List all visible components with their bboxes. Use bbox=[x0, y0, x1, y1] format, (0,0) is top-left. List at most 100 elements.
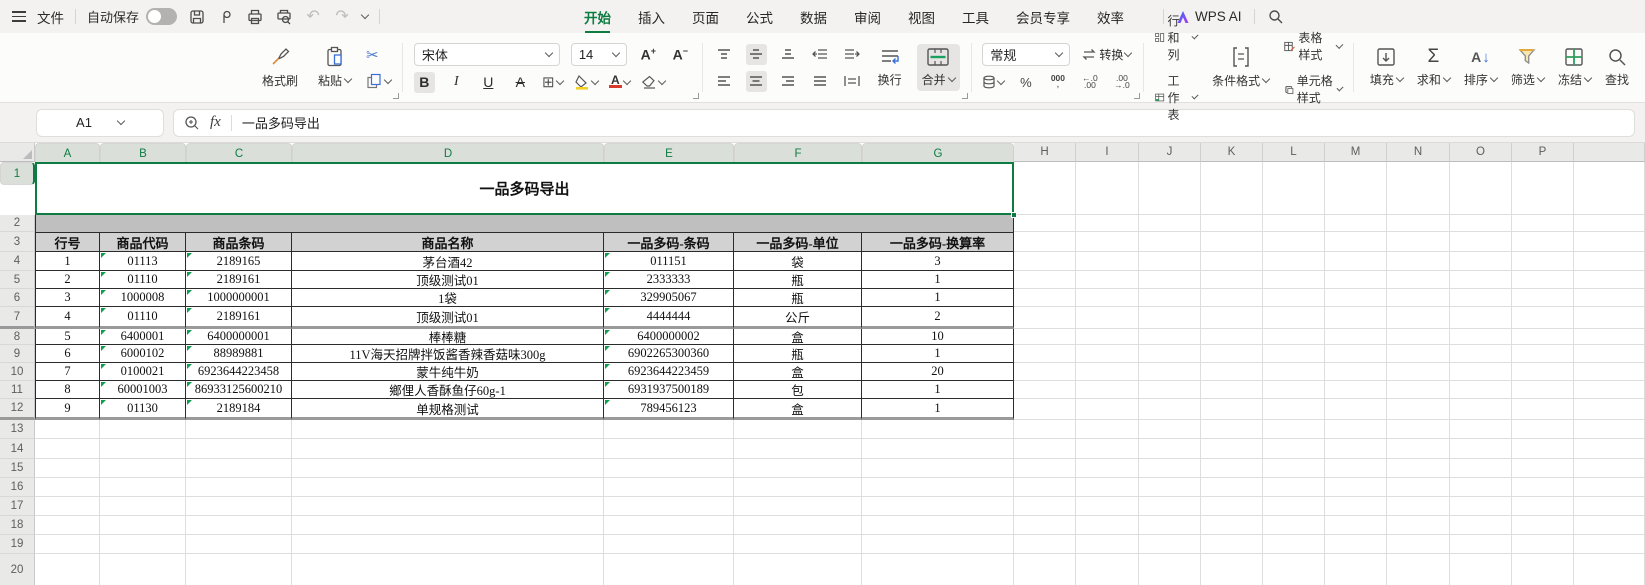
print-icon[interactable] bbox=[246, 8, 264, 26]
cell[interactable] bbox=[1450, 345, 1512, 363]
column-header-M[interactable]: M bbox=[1325, 143, 1387, 162]
row-header-8[interactable]: 8 bbox=[0, 329, 35, 345]
cell[interactable] bbox=[1139, 497, 1201, 516]
cell[interactable] bbox=[1076, 363, 1139, 381]
cut-button[interactable]: ✂ bbox=[366, 46, 391, 64]
cell[interactable] bbox=[1201, 363, 1263, 381]
select-all-corner[interactable] bbox=[0, 143, 35, 162]
cell[interactable] bbox=[1014, 289, 1076, 307]
cell-E11[interactable]: 6931937500189 bbox=[604, 381, 734, 399]
tab-6[interactable]: 审阅 bbox=[854, 7, 881, 27]
cell[interactable] bbox=[1325, 363, 1387, 381]
cell[interactable] bbox=[1325, 439, 1387, 459]
row-header-13[interactable]: 13 bbox=[0, 420, 35, 439]
cell[interactable] bbox=[1450, 215, 1512, 232]
cell[interactable] bbox=[1014, 232, 1076, 252]
cell[interactable] bbox=[100, 420, 186, 439]
cell[interactable] bbox=[1450, 399, 1512, 420]
cell-G10[interactable]: 20 bbox=[862, 363, 1014, 381]
cell[interactable] bbox=[100, 535, 186, 554]
cell[interactable] bbox=[1512, 497, 1574, 516]
gray-band-cell[interactable] bbox=[35, 215, 1014, 232]
cell[interactable] bbox=[604, 439, 734, 459]
cell[interactable] bbox=[1387, 363, 1450, 381]
cell[interactable] bbox=[1139, 478, 1201, 497]
cell[interactable] bbox=[1512, 381, 1574, 399]
table-header-cell-2[interactable]: 商品条码 bbox=[186, 232, 292, 252]
cell[interactable] bbox=[1076, 381, 1139, 399]
cell[interactable] bbox=[1014, 420, 1076, 439]
cell[interactable] bbox=[1574, 329, 1645, 345]
hamburger-menu-icon[interactable] bbox=[12, 11, 26, 22]
cell-A8[interactable]: 5 bbox=[35, 329, 100, 345]
cell-B11[interactable]: 60001003 bbox=[100, 381, 186, 399]
cell[interactable] bbox=[1201, 252, 1263, 271]
cell[interactable] bbox=[1263, 497, 1325, 516]
cell[interactable] bbox=[604, 554, 734, 585]
cell[interactable] bbox=[734, 554, 862, 585]
cell[interactable] bbox=[1574, 516, 1645, 535]
cell[interactable] bbox=[292, 535, 604, 554]
cell[interactable] bbox=[1139, 381, 1201, 399]
sort-button[interactable]: A ↓ 排序 bbox=[1459, 44, 1502, 91]
cell[interactable] bbox=[1201, 459, 1263, 478]
cell-C10[interactable]: 6923644223458 bbox=[186, 363, 292, 381]
cell[interactable] bbox=[1574, 439, 1645, 459]
cell[interactable] bbox=[292, 478, 604, 497]
dialog-launcher-icon[interactable] bbox=[961, 93, 968, 99]
cell[interactable] bbox=[292, 497, 604, 516]
fill-color-button[interactable] bbox=[574, 72, 600, 93]
cell[interactable] bbox=[862, 516, 1014, 535]
cell[interactable] bbox=[1450, 381, 1512, 399]
table-header-cell-3[interactable]: 商品名称 bbox=[292, 232, 604, 252]
cell[interactable] bbox=[1574, 497, 1645, 516]
cell[interactable] bbox=[1387, 329, 1450, 345]
cell[interactable] bbox=[1139, 420, 1201, 439]
cell[interactable] bbox=[1076, 516, 1139, 535]
cell[interactable] bbox=[1512, 363, 1574, 381]
cell[interactable] bbox=[1387, 271, 1450, 289]
cell-G12[interactable]: 1 bbox=[862, 399, 1014, 420]
cell-D5[interactable]: 顶级测试01 bbox=[292, 271, 604, 289]
cell[interactable] bbox=[1263, 420, 1325, 439]
cell[interactable] bbox=[1387, 420, 1450, 439]
cell[interactable] bbox=[1450, 420, 1512, 439]
cell-B4[interactable]: 01113 bbox=[100, 252, 186, 271]
cell[interactable] bbox=[734, 497, 862, 516]
merge-cells-button[interactable]: 合并 bbox=[916, 44, 960, 91]
cell[interactable] bbox=[186, 459, 292, 478]
borders-button[interactable]: ⊞ bbox=[542, 72, 564, 93]
cell-B6[interactable]: 1000008 bbox=[100, 289, 186, 307]
cell-style-button[interactable]: 单元格样式 bbox=[1284, 72, 1344, 106]
cell[interactable] bbox=[604, 535, 734, 554]
cell[interactable] bbox=[862, 478, 1014, 497]
cell-E6[interactable]: 329905067 bbox=[604, 289, 734, 307]
row-header-16[interactable]: 16 bbox=[0, 478, 35, 497]
dialog-launcher-icon[interactable] bbox=[692, 93, 699, 99]
cell[interactable] bbox=[292, 439, 604, 459]
cell[interactable] bbox=[1574, 215, 1645, 232]
cell[interactable] bbox=[1387, 459, 1450, 478]
cell[interactable] bbox=[1076, 459, 1139, 478]
table-header-cell-5[interactable]: 一品多码-单位 bbox=[734, 232, 862, 252]
cell[interactable] bbox=[1263, 516, 1325, 535]
cell[interactable] bbox=[1263, 381, 1325, 399]
cell[interactable] bbox=[1076, 420, 1139, 439]
column-header-L[interactable]: L bbox=[1263, 143, 1325, 162]
cell[interactable] bbox=[1450, 232, 1512, 252]
cell-C12[interactable]: 2189184 bbox=[186, 399, 292, 420]
cell-F12[interactable]: 盒 bbox=[734, 399, 862, 420]
comma-style-button[interactable]: 000, bbox=[1047, 72, 1068, 93]
table-header-cell-4[interactable]: 一品多码-条码 bbox=[604, 232, 734, 252]
cell-C7[interactable]: 2189161 bbox=[186, 307, 292, 329]
print-preview-icon[interactable] bbox=[275, 8, 293, 26]
cell-F4[interactable]: 袋 bbox=[734, 252, 862, 271]
search-icon[interactable] bbox=[1267, 8, 1285, 26]
cell-G6[interactable]: 1 bbox=[862, 289, 1014, 307]
cell-F10[interactable]: 盒 bbox=[734, 363, 862, 381]
cell[interactable] bbox=[862, 439, 1014, 459]
cell[interactable] bbox=[1512, 252, 1574, 271]
tab-9[interactable]: 会员专享 bbox=[1016, 7, 1070, 27]
cell[interactable] bbox=[1014, 252, 1076, 271]
cell[interactable] bbox=[1263, 478, 1325, 497]
